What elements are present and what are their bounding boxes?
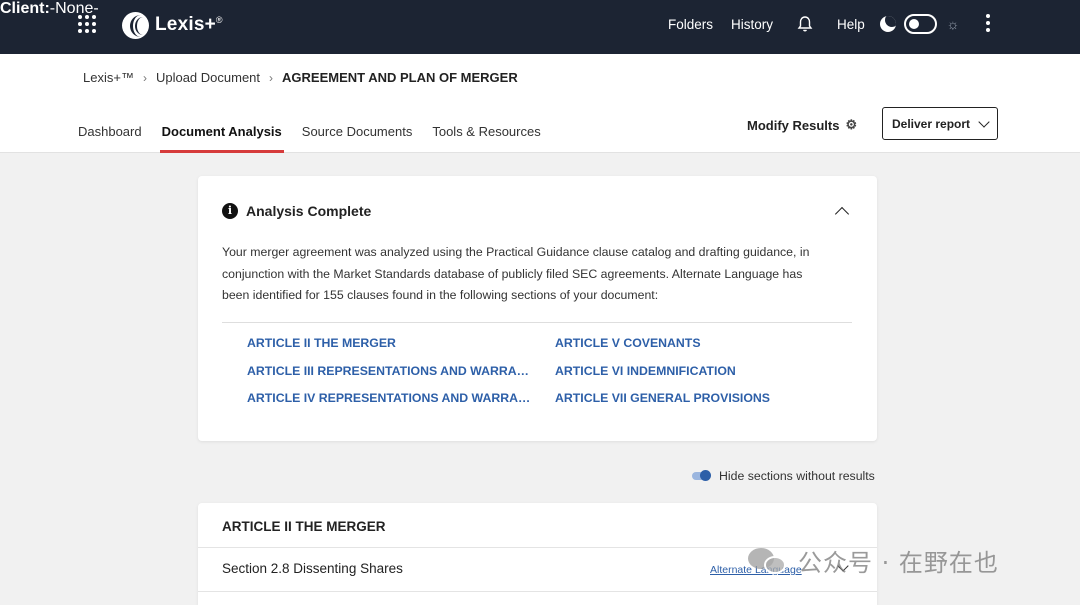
- client-label: Client:: [0, 0, 50, 17]
- analysis-description: Your merger agreement was analyzed using…: [222, 245, 810, 302]
- breadcrumb-lexis-home[interactable]: Lexis+™: [83, 70, 134, 85]
- analysis-complete-card: i Analysis Complete Your merger agreemen…: [198, 176, 877, 441]
- moon-icon: [880, 16, 896, 32]
- chevron-right-icon: ›: [142, 70, 147, 85]
- page-header: Lexis+™ › Upload Document › AGREEMENT AN…: [0, 54, 1080, 153]
- more-menu-kebab-icon[interactable]: [985, 14, 991, 34]
- analysis-card-header: i Analysis Complete: [222, 203, 371, 219]
- gears-icon: ⚙: [845, 117, 858, 132]
- section-title: ARTICLE II THE MERGER: [222, 519, 386, 534]
- brand-registered-mark: ®: [215, 15, 223, 25]
- section-link-article-vi[interactable]: ARTICLE VI INDEMNIFICATION: [555, 364, 736, 378]
- theme-toggle-group: ☼: [880, 13, 966, 37]
- apps-grid-icon[interactable]: [78, 15, 96, 33]
- lexis-logo-mark-icon: [122, 11, 149, 39]
- breadcrumb-upload-document[interactable]: Upload Document: [156, 70, 260, 85]
- tab-document-analysis[interactable]: Document Analysis: [159, 124, 284, 153]
- tab-source-documents[interactable]: Source Documents: [302, 124, 413, 153]
- chevron-down-icon: [978, 115, 990, 128]
- tab-bar: Dashboard Document Analysis Source Docum…: [78, 124, 561, 153]
- sun-icon: ☼: [946, 16, 960, 32]
- modify-results-label: Modify Results: [747, 117, 840, 133]
- section-link-article-v[interactable]: ARTICLE V COVENANTS: [555, 336, 701, 350]
- theme-toggle-switch[interactable]: [904, 14, 937, 34]
- deliver-report-dropdown[interactable]: Deliver report: [882, 107, 998, 140]
- breadcrumb: Lexis+™ › Upload Document › AGREEMENT AN…: [83, 70, 518, 85]
- brand-name: Lexis+: [155, 14, 216, 35]
- chevron-up-collapse-icon[interactable]: [834, 206, 850, 222]
- wechat-watermark: 公众号 · 在野在也: [748, 543, 999, 578]
- hide-sections-label: Hide sections without results: [719, 469, 875, 483]
- wechat-logo-icon: [748, 546, 788, 576]
- folders-link[interactable]: Folders: [668, 17, 713, 32]
- section-link-article-iii[interactable]: ARTICLE III REPRESENTATIONS AND WARRANTI…: [247, 364, 537, 378]
- clause-row-label: Section 2.8 Dissenting Shares: [222, 561, 403, 576]
- breadcrumb-current-document: AGREEMENT AND PLAN OF MERGER: [282, 70, 518, 85]
- section-link-article-vii[interactable]: ARTICLE VII GENERAL PROVISIONS: [555, 391, 770, 405]
- bell-icon[interactable]: [797, 15, 813, 33]
- watermark-text: 公众号 · 在野在也: [798, 549, 999, 577]
- info-icon: i: [222, 203, 238, 219]
- deliver-report-label: Deliver report: [892, 116, 971, 131]
- modify-results-button[interactable]: Modify Results ⚙: [747, 117, 857, 133]
- history-link[interactable]: History: [731, 17, 773, 32]
- help-link[interactable]: Help: [837, 17, 865, 32]
- hide-sections-toggle-row: Hide sections without results: [692, 469, 875, 483]
- section-link-article-ii[interactable]: ARTICLE II THE MERGER: [247, 336, 396, 350]
- tab-dashboard[interactable]: Dashboard: [78, 124, 142, 153]
- hide-sections-toggle[interactable]: [692, 470, 711, 481]
- analysis-title: Analysis Complete: [246, 203, 372, 219]
- tab-tools-resources[interactable]: Tools & Resources: [432, 124, 540, 153]
- lexis-logo[interactable]: Lexis+ ®: [122, 11, 223, 39]
- divider: [198, 591, 877, 592]
- top-navigation-bar: Lexis+ ® Client:-None- Folders History He…: [0, 0, 1080, 54]
- chevron-right-icon: ›: [269, 70, 274, 85]
- divider: [222, 322, 852, 323]
- section-link-article-iv[interactable]: ARTICLE IV REPRESENTATIONS AND WARRANTIE…: [247, 391, 537, 405]
